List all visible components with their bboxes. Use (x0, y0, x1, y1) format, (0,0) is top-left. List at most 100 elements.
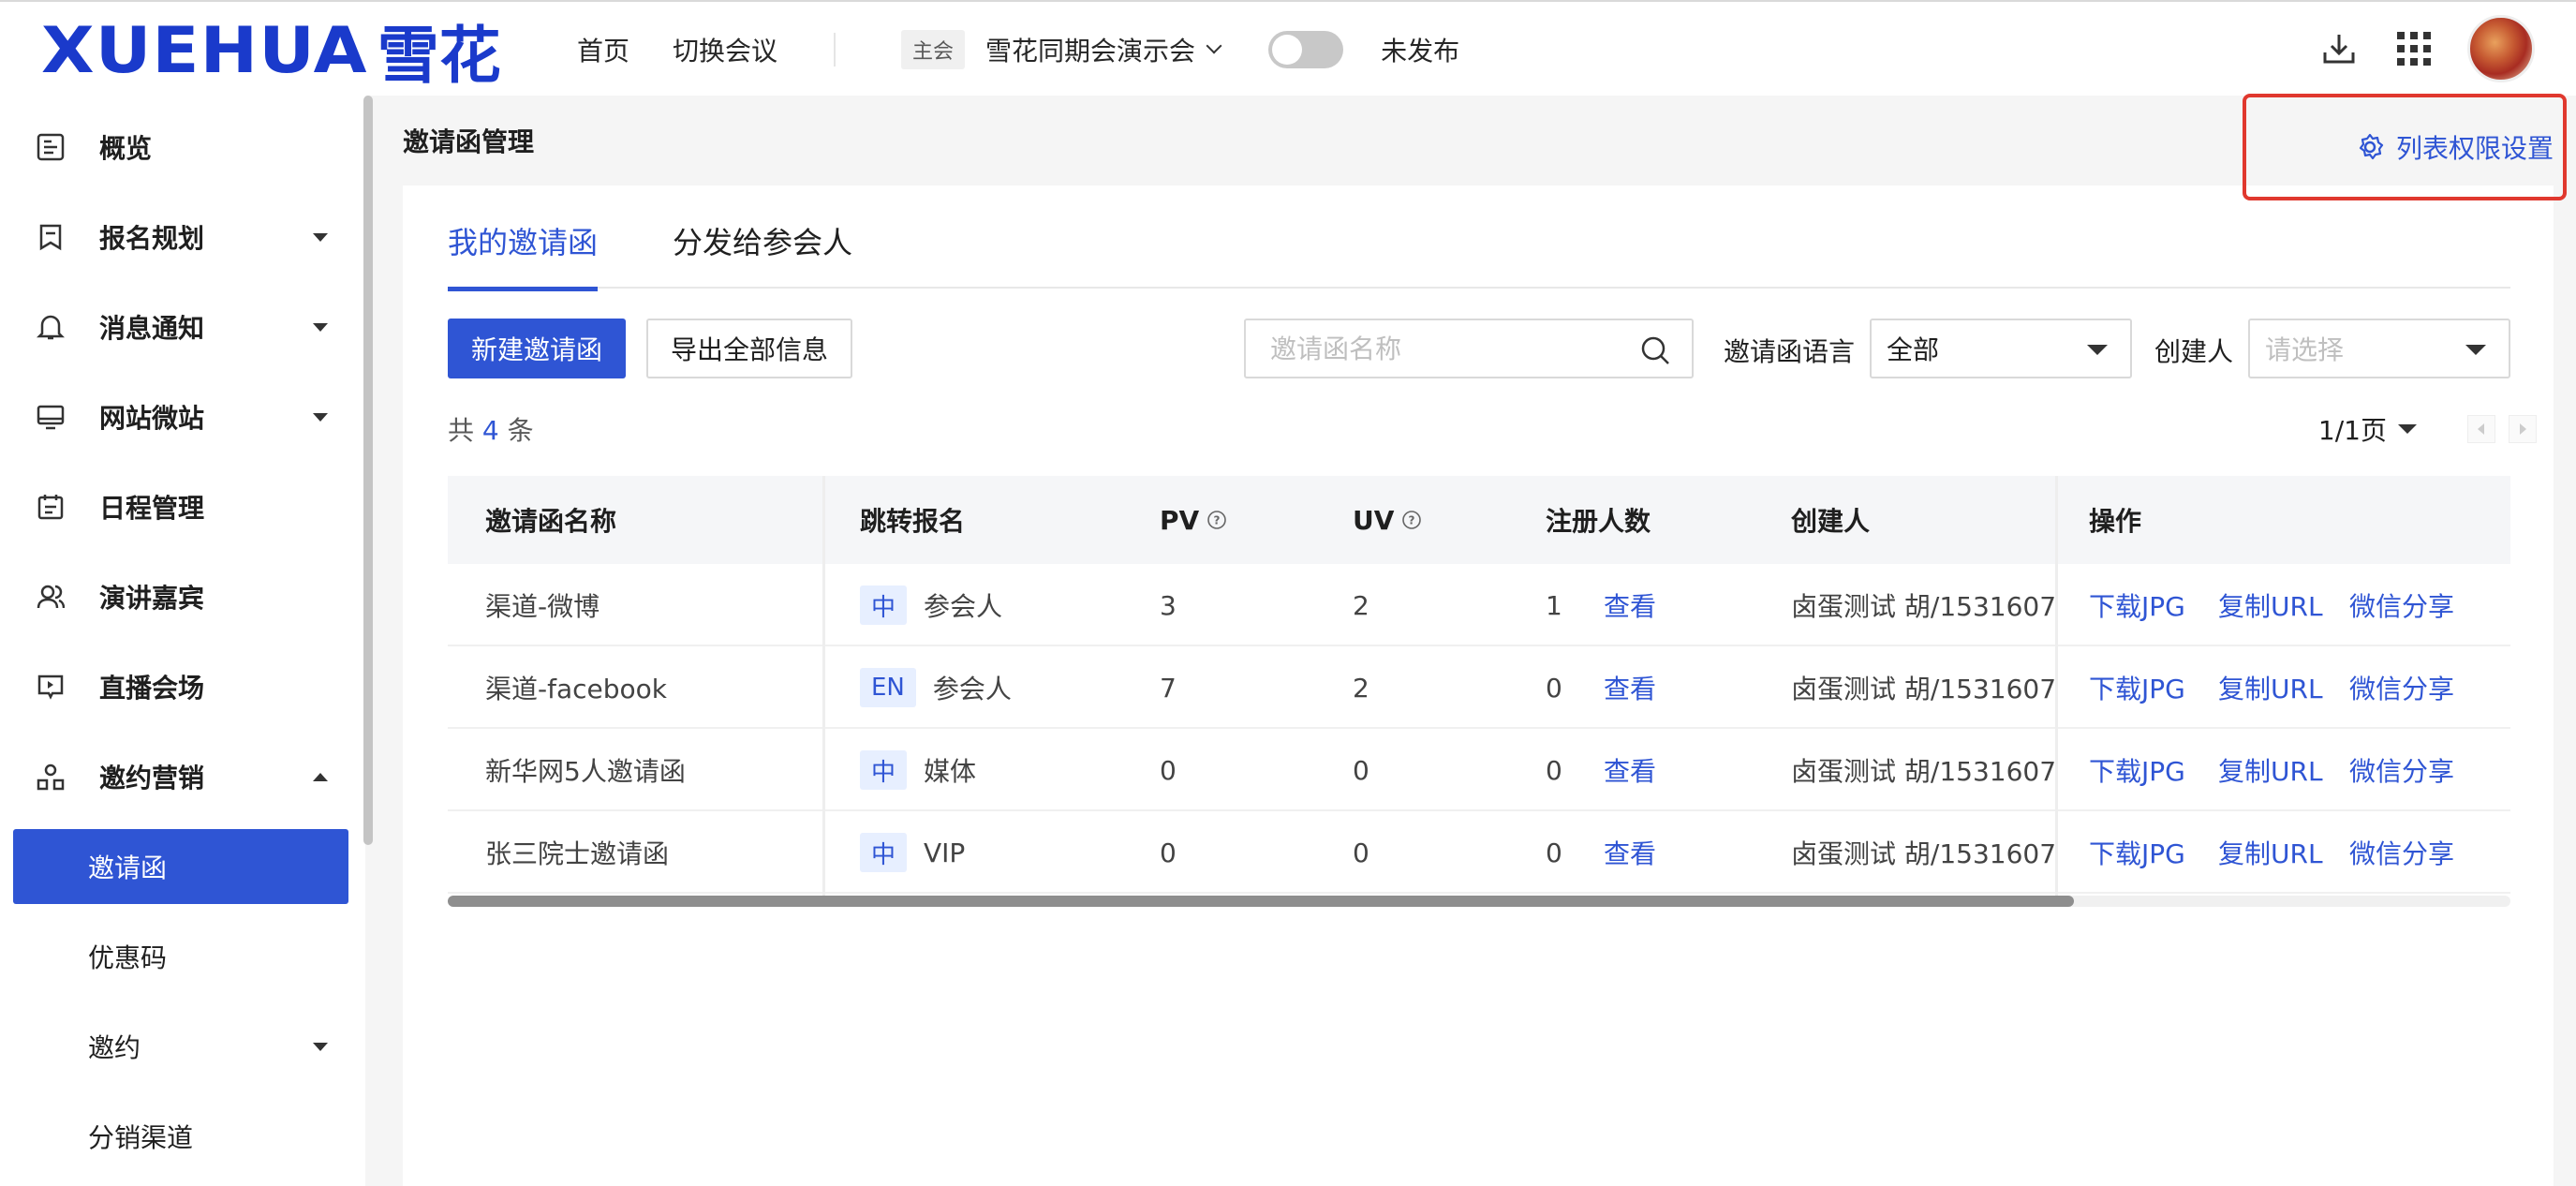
sidebar-item-label: 直播会场 (99, 673, 205, 704)
table-row: 渠道-facebook EN 参会人 7 2 0 查看 卤蛋测试 胡/15316073 下载JP… (448, 646, 2510, 729)
live-icon (34, 670, 67, 704)
download-jpg-link[interactable]: 下载JPG (2089, 564, 2185, 646)
sidebar-item-registration[interactable]: 报名规划 (13, 200, 348, 274)
avatar[interactable] (2467, 15, 2535, 82)
sidebar-sub-channels[interactable]: 分销渠道 (13, 1099, 348, 1174)
language-select[interactable]: 全部 (1870, 319, 2132, 378)
download-jpg-link[interactable]: 下载JPG (2089, 811, 2185, 894)
chevron-down-icon[interactable] (1206, 37, 1222, 54)
col-uv-label: UV (1353, 504, 1395, 536)
download-jpg-link[interactable]: 下载JPG (2089, 646, 2185, 729)
col-pv-label: PV (1160, 504, 1200, 536)
sidebar-item-notifications[interactable]: 消息通知 (13, 289, 348, 364)
view-registrations-link[interactable]: 查看 (1604, 564, 1656, 646)
sidebar-item-label: 报名规划 (99, 223, 205, 254)
col-registrations: 注册人数 (1546, 506, 1651, 537)
new-invitation-button[interactable]: 新建邀请函 (448, 319, 626, 378)
sidebar-sub-coupon[interactable]: 优惠码 (13, 919, 348, 994)
language-filter-label: 邀请函语言 (1724, 336, 1856, 367)
export-all-button[interactable]: 导出全部信息 (646, 319, 852, 378)
overview-icon (34, 130, 67, 164)
search-box (1244, 319, 1694, 378)
col-redirect-registration: 跳转报名 (860, 506, 966, 537)
total-count: 共 4 条 (448, 410, 534, 448)
sidebar-item-speakers[interactable]: 演讲嘉宾 (13, 559, 348, 634)
next-page-button[interactable] (2509, 415, 2537, 443)
wechat-share-link[interactable]: 微信分享 (2349, 729, 2454, 811)
prev-page-button[interactable] (2467, 415, 2495, 443)
wechat-share-link[interactable]: 微信分享 (2349, 646, 2454, 729)
sidebar-item-marketing[interactable]: 邀约营销 (13, 739, 348, 814)
download-icon[interactable] (2317, 27, 2361, 70)
copy-url-link[interactable]: 复制URL (2218, 564, 2323, 646)
help-icon[interactable]: ? (1207, 510, 1227, 530)
horizontal-scrollbar[interactable] (448, 896, 2510, 907)
cell-uv: 2 (1353, 589, 1369, 621)
cell-registrations: 0 (1546, 837, 1562, 868)
calendar-icon (34, 490, 67, 524)
copy-url-link[interactable]: 复制URL (2218, 646, 2323, 729)
cell-pv: 0 (1160, 754, 1177, 786)
sidebar-item-website[interactable]: 网站微站 (13, 379, 348, 454)
help-icon[interactable]: ? (1401, 510, 1422, 530)
sidebar: 概览 报名规划 消息通知 网站微站 日程管理 演讲嘉宾 直播会场 邀约营销 邀请… (0, 96, 365, 1186)
copy-url-link[interactable]: 复制URL (2218, 811, 2323, 894)
sidebar-item-live[interactable]: 直播会场 (13, 649, 348, 724)
view-registrations-link[interactable]: 查看 (1604, 811, 1656, 894)
language-tag: 中 (860, 833, 908, 872)
wechat-share-link[interactable]: 微信分享 (2349, 811, 2454, 894)
caret-down-icon (313, 233, 328, 242)
sidebar-scrollbar[interactable] (363, 96, 373, 845)
col-actions: 操作 (2089, 506, 2142, 537)
sidebar-sub-invitation[interactable]: 邀请函 (13, 829, 348, 904)
cell-uv: 0 (1353, 754, 1369, 786)
caret-down-icon (313, 1043, 328, 1051)
cell-registrations: 1 (1546, 589, 1562, 621)
cell-role: 参会人 (932, 674, 1012, 704)
publish-toggle[interactable] (1268, 31, 1344, 68)
total-number: 4 (481, 415, 499, 446)
caret-down-icon (313, 323, 328, 332)
scrollbar-thumb[interactable] (448, 896, 2074, 907)
list-permission-settings-button[interactable]: 列表权限设置 (2243, 94, 2567, 200)
language-tag: 中 (860, 750, 908, 790)
conference-selector[interactable]: 雪花同期会演示会 (985, 31, 1195, 68)
cell-redirect: 中 VIP (860, 811, 965, 894)
sidebar-item-label: 演讲嘉宾 (99, 583, 205, 614)
caret-down-icon (313, 413, 328, 422)
sidebar-item-label: 概览 (99, 133, 153, 164)
sidebar-sub-label: 分销渠道 (88, 1122, 194, 1153)
search-icon[interactable] (1639, 334, 1671, 370)
search-input[interactable] (1268, 320, 1643, 377)
nav-home[interactable]: 首页 (577, 31, 629, 68)
logo[interactable]: XUEHUA 雪花 (41, 13, 501, 93)
permission-settings-label: 列表权限设置 (2395, 133, 2554, 164)
tab-my-invitations[interactable]: 我的邀请函 (448, 219, 599, 291)
download-jpg-link[interactable]: 下载JPG (2089, 729, 2185, 811)
caret-down-icon (2087, 345, 2108, 355)
cell-pv: 3 (1160, 589, 1177, 621)
apps-grid-icon[interactable] (2392, 27, 2435, 70)
cell-invitation-name: 渠道-facebook (485, 674, 667, 704)
tab-distribute-to-attendees[interactable]: 分发给参会人 (673, 219, 852, 287)
sidebar-item-schedule[interactable]: 日程管理 (13, 469, 348, 544)
nav-switch-conference[interactable]: 切换会议 (673, 31, 777, 68)
view-registrations-link[interactable]: 查看 (1604, 729, 1656, 811)
sidebar-sub-invite[interactable]: 邀约 (13, 1009, 348, 1084)
creator-select[interactable]: 请选择 (2248, 319, 2510, 378)
monitor-icon (34, 400, 67, 434)
sidebar-item-overview[interactable]: 概览 (13, 110, 348, 185)
copy-url-link[interactable]: 复制URL (2218, 729, 2323, 811)
pager-dropdown-icon[interactable] (2398, 424, 2417, 434)
cell-redirect: 中媒体 (860, 729, 976, 811)
cell-invitation-name: 张三院士邀请函 (485, 838, 670, 869)
wechat-share-link[interactable]: 微信分享 (2349, 564, 2454, 646)
cell-creator: 卤蛋测试 胡/15316073 (1791, 838, 2055, 869)
sidebar-sub-label: 邀请函 (88, 852, 168, 883)
cell-role: VIP (924, 837, 966, 868)
view-registrations-link[interactable]: 查看 (1604, 646, 1656, 729)
total-prefix: 共 (448, 415, 475, 446)
bell-icon (34, 310, 67, 344)
cell-creator: 卤蛋测试 胡/15316073 (1791, 674, 2055, 704)
cell-invitation-name: 新华网5人邀请函 (485, 756, 686, 787)
